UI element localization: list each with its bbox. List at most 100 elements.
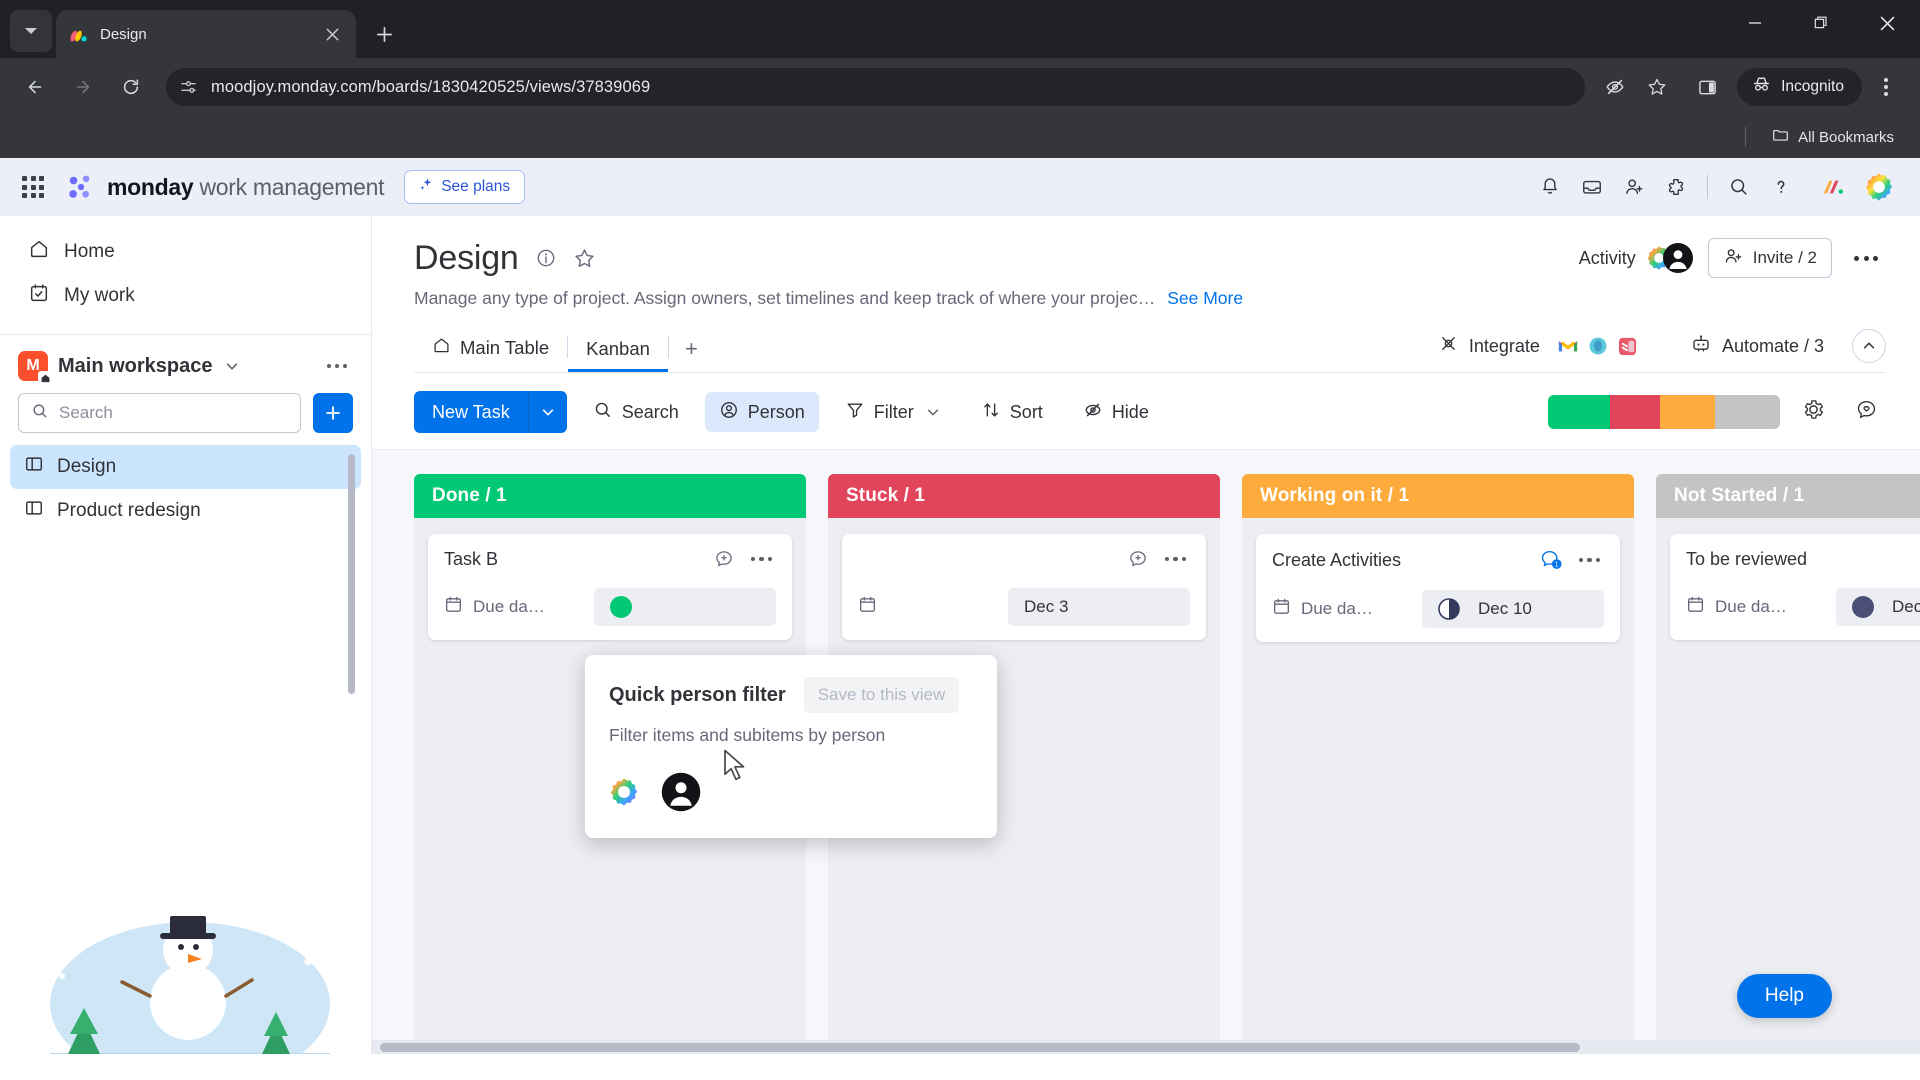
maximize-icon[interactable] [1788, 0, 1854, 46]
workspace-selector[interactable]: M Main workspace [0, 335, 371, 393]
comment-badge-icon[interactable]: 1 [1539, 548, 1563, 572]
sidebar-item-design[interactable]: Design [10, 445, 361, 489]
card-more-options-icon[interactable] [1161, 553, 1191, 566]
kanban-column-header[interactable]: Not Started / 1 [1656, 474, 1920, 518]
card-more-options-icon[interactable] [747, 553, 777, 566]
back-arrow-icon[interactable] [14, 66, 56, 108]
gmail-app-icon[interactable] [1554, 332, 1582, 360]
add-comment-icon[interactable] [1127, 548, 1149, 570]
workspace-more-options-icon[interactable] [321, 358, 354, 375]
kanban-card[interactable]: To be reviewed Due da… Dec [1670, 534, 1920, 640]
invite-member-icon[interactable] [1613, 166, 1655, 208]
board-horizontal-scrollbar[interactable] [372, 1040, 1920, 1054]
outlook-app-icon[interactable] [1584, 332, 1612, 360]
kanban-card-header: Task B [444, 548, 776, 570]
kanban-card-field-label: Due da… [444, 595, 594, 619]
sidebar-item-product-redesign[interactable]: Product redesign [10, 489, 361, 533]
site-settings-icon[interactable] [180, 79, 197, 96]
kanban-card-field-value[interactable]: Dec 3 [1008, 588, 1190, 626]
tab-search-button[interactable] [10, 10, 52, 52]
invite-button[interactable]: Invite / 2 [1707, 238, 1832, 278]
toolbar-hide-button[interactable]: Hide [1069, 392, 1163, 432]
kanban-column-header[interactable]: Done / 1 [414, 474, 806, 518]
side-panel-icon[interactable] [1687, 67, 1727, 107]
kanban-card-field-value[interactable] [594, 588, 776, 626]
apps-grid-icon[interactable] [22, 176, 44, 198]
kanban-card[interactable]: Create Activities 1 Due da… Dec 10 [1256, 534, 1620, 642]
kanban-column-header[interactable]: Working on it / 1 [1242, 474, 1634, 518]
scrollbar-thumb[interactable] [380, 1043, 1580, 1052]
info-circle-icon[interactable] [535, 247, 557, 269]
browser-tab[interactable]: Design [56, 10, 356, 58]
add-view-tab-button[interactable]: + [669, 338, 714, 372]
inbox-icon[interactable] [1571, 166, 1613, 208]
tab-main-table[interactable]: Main Table [414, 336, 567, 372]
see-more-link[interactable]: See More [1167, 288, 1243, 309]
status-color-legend[interactable] [1548, 395, 1780, 429]
kanban-card[interactable]: Task B Due da… [428, 534, 792, 640]
new-tab-button[interactable] [366, 16, 402, 52]
toolbar-person-button[interactable]: Person [704, 392, 819, 432]
board-description-row: Manage any type of project. Assign owner… [414, 288, 1886, 309]
add-board-button[interactable] [313, 393, 353, 433]
sidebar-item-my-work[interactable]: My work [14, 274, 357, 318]
close-icon[interactable] [1854, 0, 1920, 46]
toolbar-filter-button[interactable]: Filter [831, 392, 955, 432]
see-plans-button[interactable]: See plans [404, 170, 526, 204]
user-avatar[interactable] [1858, 166, 1900, 208]
chevron-up-icon[interactable] [1852, 329, 1886, 363]
new-task-button[interactable]: New Task [414, 391, 567, 433]
forward-arrow-icon[interactable] [62, 66, 104, 108]
apps-puzzle-icon[interactable] [1655, 166, 1697, 208]
monday-product-icon[interactable] [1812, 166, 1854, 208]
sidebar-search-row [0, 393, 371, 445]
board-more-options-icon[interactable] [1846, 248, 1886, 269]
chevron-down-icon[interactable] [528, 391, 567, 433]
incognito-indicator[interactable]: Incognito [1737, 68, 1862, 106]
topnav-avatars [1812, 166, 1900, 208]
save-to-view-button[interactable]: Save to this view [803, 677, 960, 713]
kanban-card-field-label: Due da… [1272, 597, 1422, 621]
integrate-button[interactable]: Integrate [1438, 332, 1642, 360]
add-comment-icon[interactable] [713, 548, 735, 570]
todoist-app-icon[interactable] [1614, 332, 1642, 360]
notifications-bell-icon[interactable] [1529, 166, 1571, 208]
kanban-column-header[interactable]: Stuck / 1 [828, 474, 1220, 518]
all-bookmarks-button[interactable]: All Bookmarks [1764, 122, 1902, 153]
user-avatar[interactable] [1662, 242, 1694, 274]
toolbar-sort-button[interactable]: Sort [967, 392, 1057, 432]
star-icon[interactable] [573, 247, 596, 270]
monday-brand[interactable]: monday work management [66, 174, 384, 201]
minimize-icon[interactable] [1722, 0, 1788, 46]
chevron-down-icon[interactable] [925, 404, 941, 420]
kanban-column-body[interactable]: Create Activities 1 Due da… Dec 10 [1242, 518, 1634, 1054]
user-avatar[interactable] [661, 772, 701, 812]
reload-icon[interactable] [110, 66, 152, 108]
chevron-down-icon[interactable] [223, 357, 241, 375]
board-settings-button[interactable] [1794, 392, 1833, 432]
search-input[interactable] [59, 403, 288, 423]
help-button[interactable]: Help [1736, 974, 1832, 1018]
kanban-card-field-value[interactable]: Dec 10 [1422, 590, 1604, 628]
activity-label[interactable]: Activity [1579, 248, 1636, 269]
toolbar-search-button[interactable]: Search [579, 392, 693, 432]
eye-slash-icon[interactable] [1595, 67, 1635, 107]
kanban-card-field-value[interactable]: Dec 6 [1836, 588, 1920, 626]
sidebar-scrollbar[interactable] [348, 454, 355, 694]
card-more-options-icon[interactable] [1575, 554, 1605, 567]
sidebar-search-box[interactable] [18, 393, 301, 433]
kebab-menu-icon[interactable] [1866, 67, 1906, 107]
sidebar-item-home[interactable]: Home [14, 230, 357, 274]
automate-button[interactable]: Automate / 3 [1690, 333, 1824, 360]
monday-product-avatar[interactable] [609, 777, 639, 807]
kanban-card[interactable]: Dec 3 [842, 534, 1206, 640]
search-icon[interactable] [1718, 166, 1760, 208]
star-icon[interactable] [1637, 67, 1677, 107]
home-badge-icon [38, 371, 52, 385]
close-icon[interactable] [320, 22, 344, 46]
incognito-label: Incognito [1781, 78, 1844, 95]
help-question-icon[interactable] [1760, 166, 1802, 208]
address-bar[interactable]: moodjoy.monday.com/boards/1830420525/vie… [166, 68, 1586, 106]
feedback-button[interactable] [1847, 392, 1886, 432]
tab-kanban[interactable]: Kanban [568, 338, 668, 372]
